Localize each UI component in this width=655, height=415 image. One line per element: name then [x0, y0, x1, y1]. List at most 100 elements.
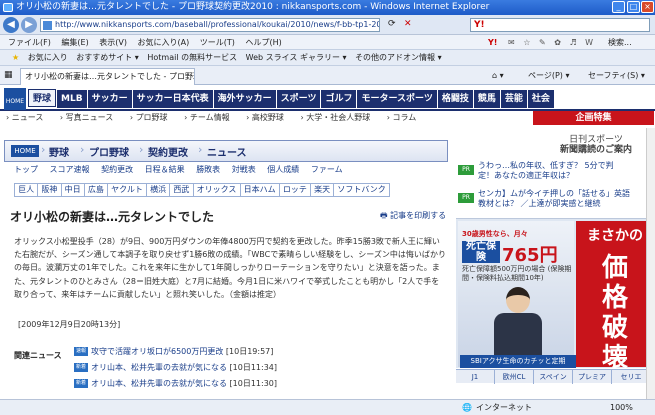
ad-price: 765円 — [502, 245, 558, 266]
url-field[interactable]: http://www.nikkansports.com/baseball/pro… — [40, 18, 380, 32]
team-link[interactable]: ロッテ — [280, 184, 312, 196]
menu-edit[interactable]: 編集(E) — [61, 35, 88, 50]
fav-suggested-sites[interactable]: おすすめサイト ▾ — [76, 50, 139, 66]
nav-fighting[interactable]: 格闘技 — [437, 90, 473, 108]
tab-premier[interactable]: プレミア — [573, 370, 612, 384]
subnav-column[interactable]: › コラム — [387, 113, 424, 122]
tab-row: ▦ オリ小松の新妻は…元タレントでした - プロ野球契約更... ⌂ ▾ ページ… — [0, 66, 655, 85]
breadcrumb-contract[interactable]: 契約更改 — [148, 144, 188, 159]
team-link[interactable]: 西武 — [170, 184, 194, 196]
team-link[interactable]: 日本ハム — [241, 184, 280, 196]
related-news-item[interactable]: 速報 攻守で活躍オリ坂口が6500万円更改 [10日19:57] — [74, 346, 273, 358]
breadcrumb-separator: › — [198, 143, 203, 156]
subnav-high-school[interactable]: › 高校野球 — [246, 113, 291, 122]
subnav-photo-news[interactable]: › 写真ニュース — [60, 113, 120, 122]
subscription-banner[interactable]: 日刊スポーツ 新聞購読のご案内 — [538, 135, 654, 155]
nav-soccer[interactable]: サッカー — [87, 90, 132, 108]
favorites-button[interactable]: ★ お気に入り — [6, 50, 68, 66]
section-tab-contract[interactable]: 契約更改 — [101, 165, 133, 174]
nav-golf[interactable]: ゴルフ — [321, 90, 357, 108]
safety-menu-button[interactable]: セーフティ(S) ▾ — [588, 68, 645, 83]
team-links: 巨人 阪神 中日 広島 ヤクルト 横浜 西武 オリックス 日本ハム ロッテ 楽天… — [14, 183, 390, 197]
printer-icon: 🖶 — [380, 211, 388, 220]
subnav-pro-baseball[interactable]: › プロ野球 — [130, 113, 175, 122]
maximize-button[interactable]: □ — [627, 1, 640, 13]
menu-tools[interactable]: ツール(T) — [200, 35, 235, 50]
team-link[interactable]: ヤクルト — [108, 184, 148, 196]
back-button[interactable]: ◀ — [3, 17, 19, 33]
section-tab-stats[interactable]: 個人成績 — [267, 165, 299, 174]
breadcrumb-baseball[interactable]: 野球 — [49, 144, 69, 159]
fav-web-slice[interactable]: Web スライス ギャラリー ▾ — [246, 50, 347, 66]
subnav-team-info[interactable]: › チーム情報 — [184, 113, 237, 122]
ad-death-insurance-label: 死亡保険 — [462, 241, 500, 263]
scrollbar[interactable] — [646, 128, 655, 399]
section-tab-matchups[interactable]: 対戦表 — [232, 165, 256, 174]
tab-j1[interactable]: J1 — [456, 370, 495, 384]
forward-button[interactable]: ▶ — [21, 17, 37, 33]
nav-entertainment[interactable]: 芸能 — [500, 90, 527, 108]
fav-hotmail[interactable]: Hotmail の無料サービス — [147, 50, 237, 66]
nav-sports[interactable]: スポーツ — [276, 90, 321, 108]
team-link[interactable]: オリックス — [194, 184, 241, 196]
tab-spain[interactable]: スペイン — [534, 370, 573, 384]
team-link[interactable]: 巨人 — [15, 184, 39, 196]
stop-icon[interactable]: ✕ — [404, 19, 412, 29]
team-link[interactable]: 中日 — [62, 184, 85, 196]
tab-cl[interactable]: 欧州CL — [495, 370, 534, 384]
tab-active[interactable]: オリ小松の新妻は…元タレントでした - プロ野球契約更... — [20, 68, 195, 85]
right-sidebar: 日刊スポーツ 新聞購読のご案内 PR うわっ…私の年収、低すぎ？ 5分で判 定！あ… — [456, 133, 655, 385]
breadcrumb-separator: › — [41, 143, 46, 156]
news-tag-new: 新着 — [74, 379, 88, 388]
home-menu-button[interactable]: ⌂ ▾ — [492, 68, 504, 83]
print-article-link[interactable]: 🖶 記事を印刷する — [380, 210, 452, 222]
fav-addons[interactable]: その他のアドオン情報 ▾ — [355, 50, 442, 66]
section-tab-top[interactable]: トップ — [14, 165, 38, 174]
yahoo-toolbar-icon[interactable]: Y! — [488, 35, 497, 50]
section-tab-score[interactable]: スコア速報 — [50, 165, 90, 174]
subnav-university[interactable]: › 大学・社会人野球 — [300, 113, 377, 122]
section-tab-farm[interactable]: ファーム — [311, 165, 343, 174]
pr-ad-english[interactable]: PR センカ】ムが今イチ押しの「話せる」英語 教材とは？ ／上達が即実感と継続 — [456, 189, 655, 209]
zoom-level[interactable]: 100% — [610, 400, 633, 415]
menu-view[interactable]: 表示(V) — [99, 35, 127, 50]
toolbar-search-label[interactable]: 検索... — [608, 35, 632, 50]
insurance-ad[interactable]: 30歳男性なら、月々 死亡保険 765円 死亡保障額500万円の場合 (保険期間… — [456, 218, 655, 373]
subnav-news[interactable]: › ニュース — [6, 113, 50, 122]
team-link[interactable]: ソフトバンク — [334, 184, 389, 196]
promo-feature-button[interactable]: 企画特集 — [533, 111, 654, 125]
team-link[interactable]: 広島 — [85, 184, 108, 196]
section-tab-standings[interactable]: 勝敗表 — [196, 165, 220, 174]
nav-horse-racing[interactable]: 競馬 — [473, 90, 500, 108]
address-bar: ◀ ▶ http://www.nikkansports.com/baseball… — [0, 15, 655, 35]
team-link[interactable]: 横浜 — [147, 184, 171, 196]
search-input[interactable]: Y! — [470, 18, 650, 32]
nav-mlb[interactable]: MLB — [57, 90, 87, 108]
menu-help[interactable]: ヘルプ(H) — [245, 35, 281, 50]
refresh-icon[interactable]: ⟳ — [388, 19, 396, 29]
team-link[interactable]: 阪神 — [38, 184, 62, 196]
related-news-item[interactable]: 新着 オリ山本、松井先輩の去就が気になる [10日11:34] — [74, 362, 277, 374]
ad-person-image — [488, 287, 548, 355]
quick-tabs-icon[interactable]: ▦ — [4, 70, 13, 80]
yahoo-search-icon: Y! — [474, 20, 485, 30]
page-menu-button[interactable]: ページ(P) ▾ — [528, 68, 569, 83]
nav-overseas-soccer[interactable]: 海外サッカー — [213, 90, 276, 108]
nav-baseball[interactable]: 野球 — [28, 89, 57, 107]
breadcrumb-pro-baseball[interactable]: プロ野球 — [89, 144, 129, 159]
section-tab-schedule[interactable]: 日程＆結果 — [145, 165, 185, 174]
toolbar-icons[interactable]: ✉ ☆ ✎ ✿ ♬ W — [508, 35, 596, 50]
close-button[interactable]: × — [641, 1, 654, 13]
pr-ad-salary[interactable]: PR うわっ…私の年収、低すぎ？ 5分で判 定！あなたの適正年収は？ — [456, 161, 655, 181]
menu-file[interactable]: ファイル(F) — [8, 35, 51, 50]
nav-soccer-japan[interactable]: サッカー日本代表 — [132, 90, 213, 108]
minimize-button[interactable]: _ — [612, 1, 625, 13]
related-news-item[interactable]: 新着 オリ山本、松井先輩の去就が気になる [10日11:30] — [74, 378, 277, 390]
breadcrumb-home[interactable]: HOME — [11, 145, 39, 157]
ad-brand: SBIアクサ生命のカチッと定期 — [460, 355, 576, 368]
nav-motorsports[interactable]: モータースポーツ — [357, 90, 437, 108]
menu-favorites[interactable]: お気に入り(A) — [138, 35, 190, 50]
team-link[interactable]: 楽天 — [311, 184, 335, 196]
nav-society[interactable]: 社会 — [527, 90, 554, 108]
site-home-button[interactable]: HOME — [4, 88, 26, 110]
